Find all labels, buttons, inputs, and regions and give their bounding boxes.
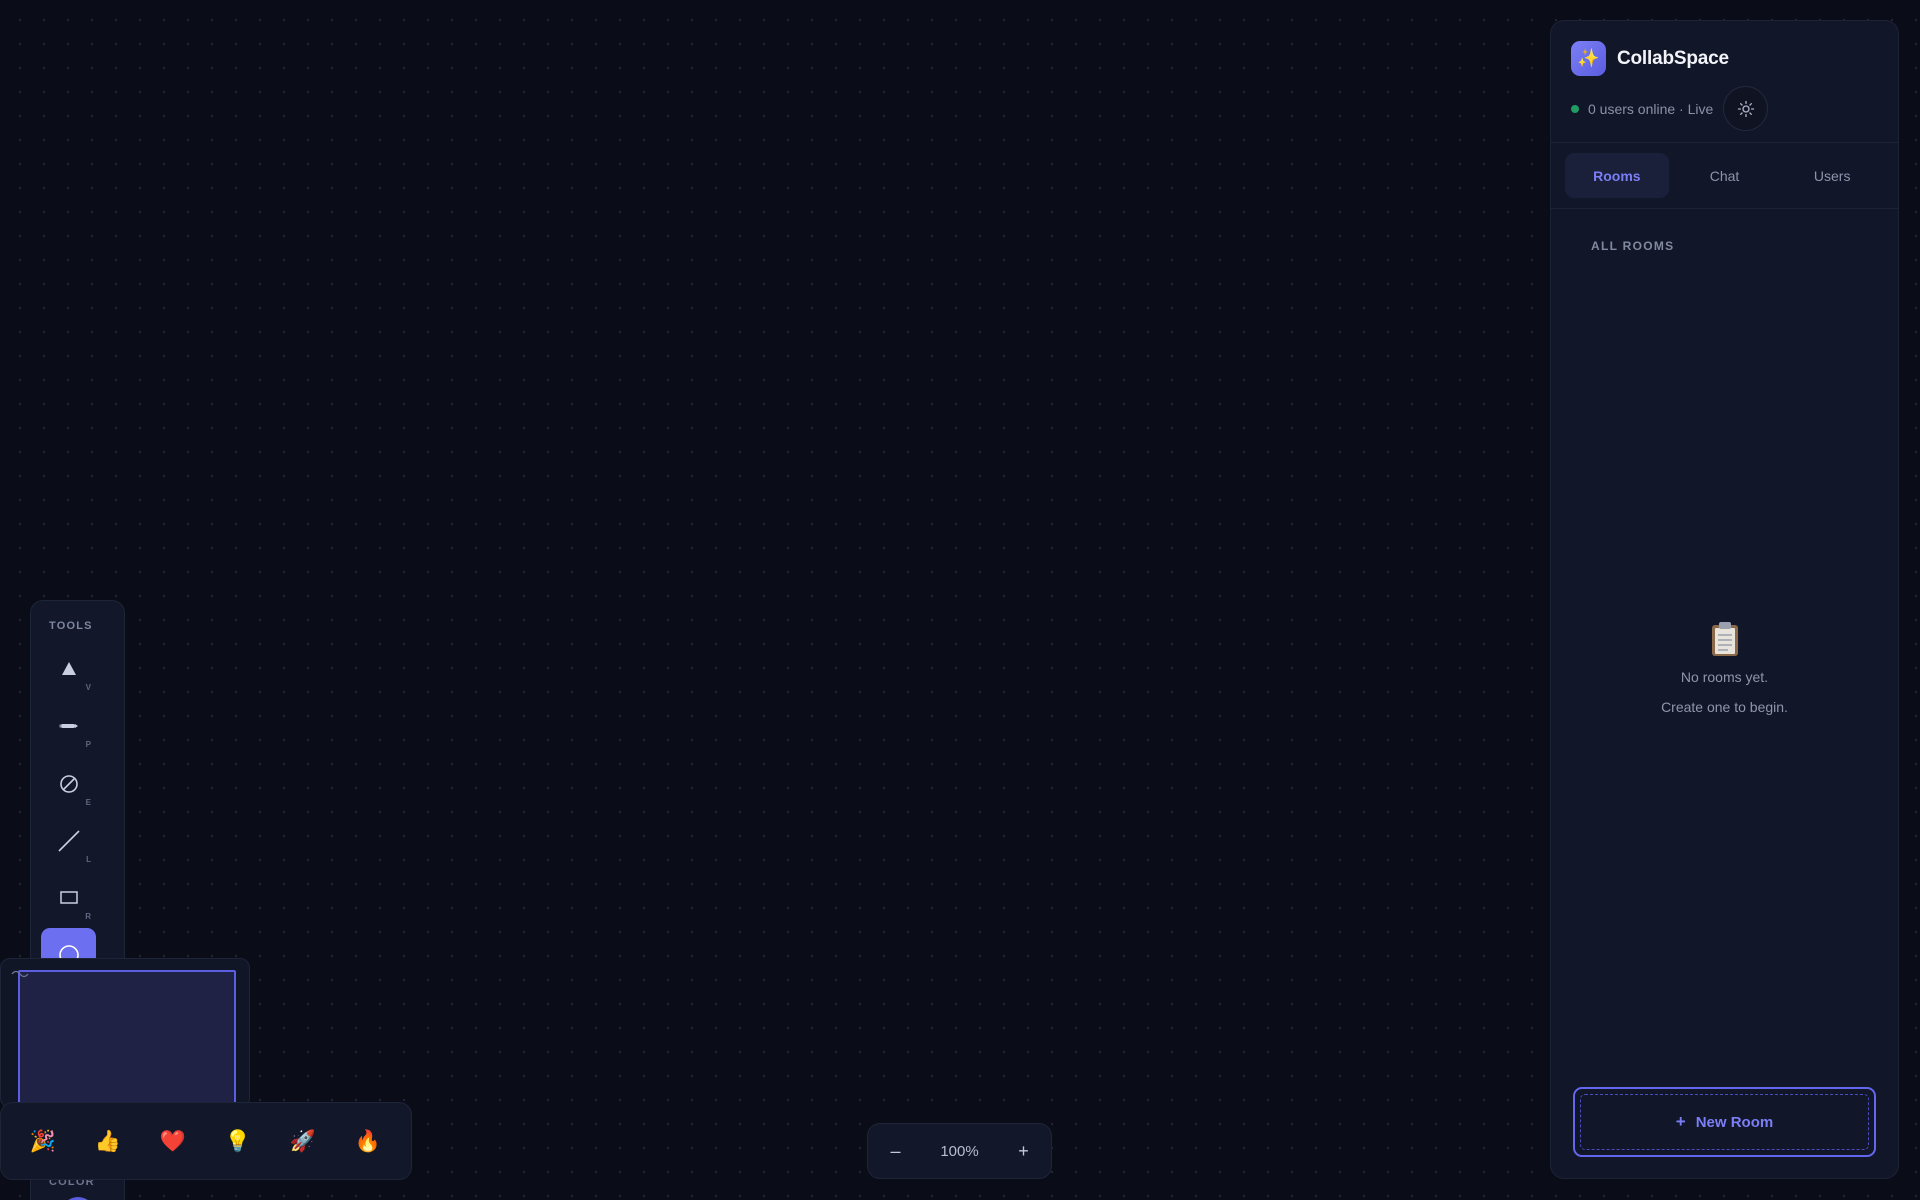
thumbs-up-icon: 👍 <box>94 1130 122 1153</box>
tab-rooms[interactable]: Rooms <box>1565 153 1669 198</box>
empty-subtitle: Create one to begin. <box>1661 699 1788 715</box>
sidebar-panel: ✨ CollabSpace 0 users online · Live Room… <box>1550 20 1899 1179</box>
tool-shortcut: P <box>85 740 91 749</box>
sun-icon <box>1737 100 1754 117</box>
empty-title: No rooms yet. <box>1680 669 1769 685</box>
reaction-party-button[interactable]: 🎉 <box>23 1122 63 1162</box>
live-status-dot <box>1571 104 1579 113</box>
rooms-section-label: ALL ROOMS <box>1591 239 1675 253</box>
pen-icon <box>59 723 78 728</box>
minimap[interactable] <box>0 958 250 1110</box>
tool-rectangle[interactable]: R <box>41 871 96 924</box>
zoom-out-button[interactable]: – <box>868 1124 923 1178</box>
rectangle-icon <box>59 891 78 904</box>
panel-header: ✨ CollabSpace 0 users online · Live <box>1551 21 1898 143</box>
minimap-icon <box>11 970 29 978</box>
new-room-label: New Room <box>1695 1113 1774 1131</box>
zoom-control: – 100% + <box>867 1123 1052 1179</box>
tools-label: TOOLS <box>49 620 93 632</box>
online-status-text: 0 users online · Live <box>1588 100 1714 117</box>
reaction-rocket-button[interactable]: 🚀 <box>283 1122 323 1162</box>
theme-toggle-button[interactable] <box>1723 86 1769 131</box>
cursor-icon <box>61 661 76 675</box>
tool-shortcut: L <box>86 855 91 864</box>
new-room-button-inner: + New Room <box>1580 1094 1869 1150</box>
reactions-bar: 🎉 👍 ❤️ 💡 🚀 🔥 <box>0 1102 412 1180</box>
tab-users[interactable]: Users <box>1780 153 1884 198</box>
sparkles-icon: ✨ <box>1571 41 1606 76</box>
panel-tabs: Rooms Chat Users <box>1551 143 1898 209</box>
tab-chat[interactable]: Chat <box>1673 153 1777 198</box>
status-row: 0 users online · Live <box>1571 86 1878 131</box>
lightbulb-icon: 💡 <box>224 1130 252 1153</box>
zoom-level: 100% <box>940 1142 979 1160</box>
app-title: CollabSpace <box>1617 47 1729 69</box>
minimap-viewport[interactable] <box>18 970 236 1110</box>
brand: ✨ CollabSpace <box>1571 41 1878 76</box>
zoom-in-button[interactable]: + <box>996 1124 1051 1178</box>
party-icon: 🎉 <box>29 1130 57 1153</box>
new-room-button[interactable]: + New Room <box>1573 1087 1876 1157</box>
tool-shortcut: V <box>85 683 91 692</box>
reaction-lightbulb-button[interactable]: 💡 <box>218 1122 258 1162</box>
plus-icon: + <box>1675 1112 1686 1131</box>
reaction-heart-button[interactable]: ❤️ <box>153 1122 193 1162</box>
fire-icon: 🔥 <box>354 1130 382 1153</box>
tool-eraser[interactable]: E <box>41 757 96 810</box>
tool-select[interactable]: V <box>41 642 96 695</box>
reaction-fire-button[interactable]: 🔥 <box>348 1122 388 1162</box>
heart-icon: ❤️ <box>159 1130 187 1153</box>
clipboard-icon <box>1711 622 1738 656</box>
reaction-thumbs-up-button[interactable]: 👍 <box>88 1122 128 1162</box>
tool-line[interactable]: L <box>41 814 96 867</box>
rocket-icon: 🚀 <box>289 1130 317 1153</box>
tool-pen[interactable]: P <box>41 699 96 752</box>
tool-shortcut: E <box>85 798 91 807</box>
rooms-empty-state: No rooms yet. Create one to begin. <box>1551 621 1898 722</box>
line-icon <box>57 829 80 852</box>
tool-shortcut: R <box>85 912 91 921</box>
eraser-icon <box>59 774 78 793</box>
